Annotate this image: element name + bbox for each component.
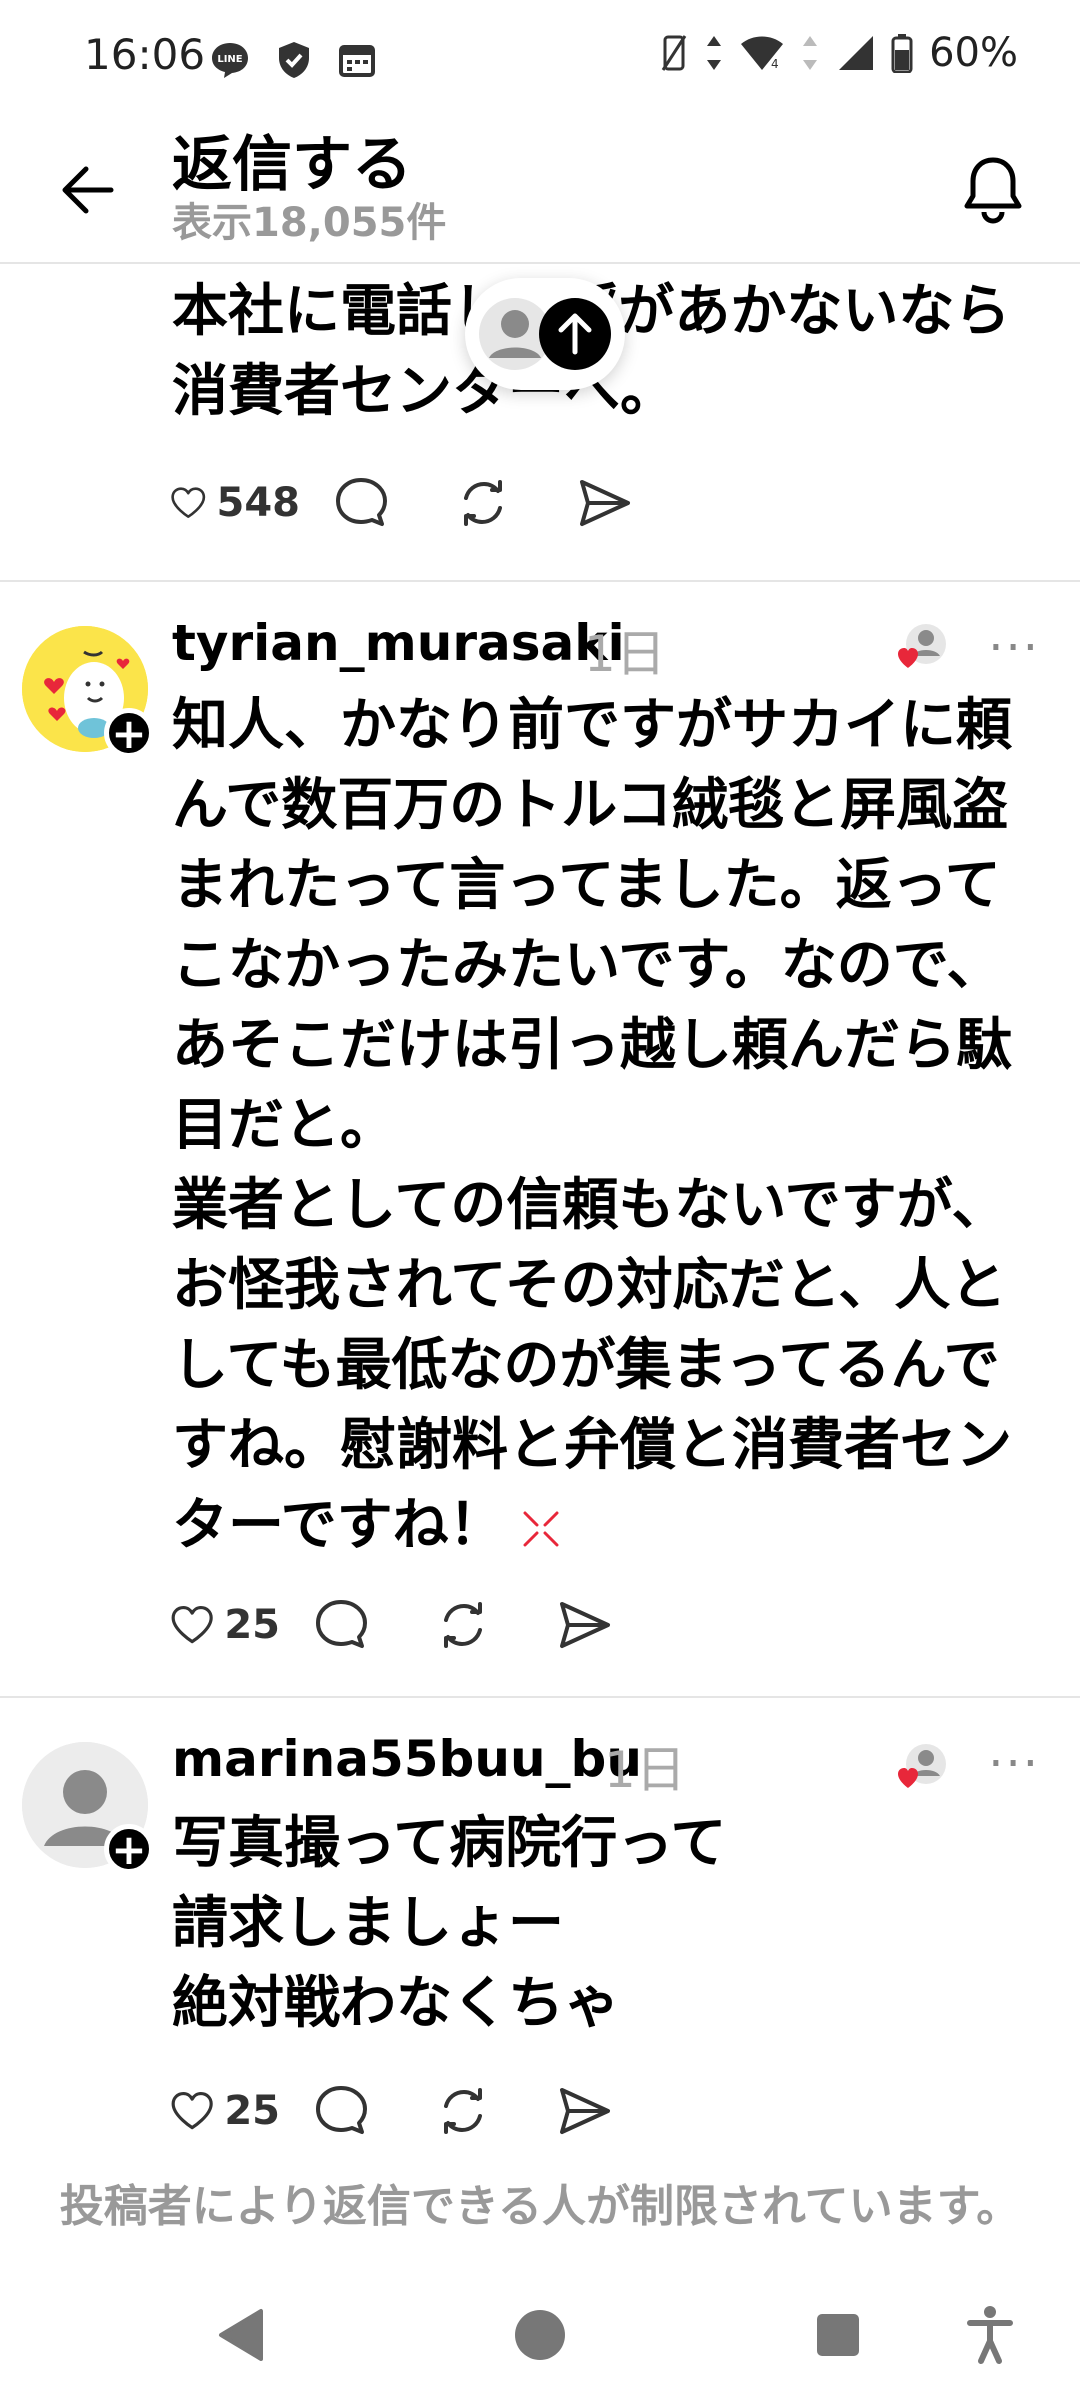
circle-home-icon [515, 2310, 565, 2360]
like-button[interactable]: 25 [170, 1600, 280, 1650]
wifi-icon: 4 [741, 36, 784, 71]
speech-bubble-icon [316, 1600, 367, 1648]
reply-text: 知人、かなり前ですがサカイに頼 んで数百万のトルコ絨毯と屏風盗 まれたって言って… [172, 693, 1012, 1558]
accessibility-button[interactable] [955, 2300, 1025, 2370]
shield-icon [279, 42, 309, 78]
reply-restriction-note: 投稿者により返信できる人が制限されています。 [59, 2181, 1021, 2232]
speech-bubble-icon [316, 2086, 367, 2134]
reply-button[interactable] [280, 2084, 402, 2138]
notification-bell-button[interactable] [950, 146, 1036, 232]
line-app-icon: LINE [212, 43, 248, 78]
reply-time: 1日 [584, 625, 666, 683]
nav-recents-button[interactable] [803, 2300, 873, 2370]
reply-actions: 25 [170, 2084, 646, 2138]
data-arrows-icon [707, 36, 722, 70]
follow-plus-button[interactable]: + [104, 1824, 154, 1874]
system-status-icons: 4 60% [659, 30, 1018, 76]
app-header: 返信する 表示18,055件 [0, 110, 1080, 264]
like-button[interactable]: 548 [170, 478, 300, 528]
square-recents-icon [817, 2314, 859, 2356]
status-time: 16:06 [84, 30, 206, 79]
author-liked-icon [898, 624, 946, 668]
divider [0, 1696, 1080, 1698]
author-liked-icon [898, 1744, 946, 1788]
reply-body: 写真撮って病院行って 請求しましょー 絶対戦わなくちゃ [172, 1811, 727, 2036]
battery-icon [891, 34, 913, 73]
arrow-up-icon [539, 298, 611, 370]
send-icon [560, 1602, 610, 1648]
like-count: 25 [224, 1602, 280, 1648]
send-icon [580, 480, 630, 526]
back-button[interactable] [52, 155, 122, 225]
calendar-icon [339, 45, 375, 77]
repost-icon [444, 2088, 482, 2134]
data-arrows-icon-2 [803, 36, 818, 70]
system-nav-bar [0, 2270, 1080, 2400]
send-icon [560, 2088, 610, 2134]
cell-signal-icon [839, 36, 874, 70]
reply-username[interactable]: tyrian_murasaki [172, 614, 625, 672]
heart-icon [171, 2092, 213, 2130]
repost-button[interactable] [402, 1598, 524, 1652]
view-count: 表示18,055件 [172, 200, 447, 246]
scroll-to-top-button[interactable] [465, 278, 625, 390]
repost-button[interactable] [402, 2084, 524, 2138]
more-options-icon[interactable]: ··· [988, 620, 1040, 676]
divider [0, 580, 1080, 582]
bell-icon [964, 157, 1022, 224]
anger-mark-icon [523, 1511, 559, 1547]
repost-icon [444, 1602, 482, 1648]
nav-home-button[interactable] [505, 2300, 575, 2370]
svg-text:4: 4 [771, 57, 779, 71]
share-button[interactable] [544, 478, 666, 528]
liked-by-author-badge [896, 1742, 948, 1794]
reply-time: 1日 [604, 1741, 686, 1799]
post-actions-top: 548 [170, 476, 666, 530]
avatar[interactable]: + [22, 1742, 154, 1874]
speech-bubble-icon [336, 478, 387, 526]
status-bar: 16:06 LINE 4 60% [0, 0, 1080, 110]
accessibility-icon [967, 2306, 1013, 2364]
like-count: 548 [216, 480, 301, 526]
repost-button[interactable] [422, 476, 544, 530]
share-button[interactable] [524, 2086, 646, 2136]
like-button[interactable]: 25 [170, 2086, 280, 2136]
repost-icon [464, 480, 502, 526]
reply-username[interactable]: marina55buu_bu [172, 1730, 642, 1788]
like-count: 25 [224, 2088, 280, 2134]
battery-percent: 60% [929, 30, 1018, 76]
notification-icons: LINE [210, 40, 376, 80]
reply-body: 知人、かなり前ですがサカイに頼 んで数百万のトルコ絨毯と屏風盗 まれたって言って… [172, 686, 1012, 1566]
reply-actions: 25 [170, 1598, 646, 1652]
triangle-back-icon [219, 2309, 263, 2361]
reply-button[interactable] [300, 476, 422, 530]
svg-text:LINE: LINE [217, 54, 242, 65]
avatar[interactable]: + [22, 626, 154, 758]
heart-icon [171, 1606, 213, 1644]
heart-icon [171, 487, 206, 518]
share-button[interactable] [524, 1600, 646, 1650]
follow-plus-button[interactable]: + [104, 708, 154, 758]
arrow-left-icon [62, 166, 114, 214]
reply-button[interactable] [280, 1598, 402, 1652]
vibrate-icon [661, 35, 687, 71]
more-options-icon[interactable]: ··· [988, 1736, 1040, 1792]
liked-by-author-badge [896, 622, 948, 674]
nav-back-button[interactable] [206, 2300, 276, 2370]
